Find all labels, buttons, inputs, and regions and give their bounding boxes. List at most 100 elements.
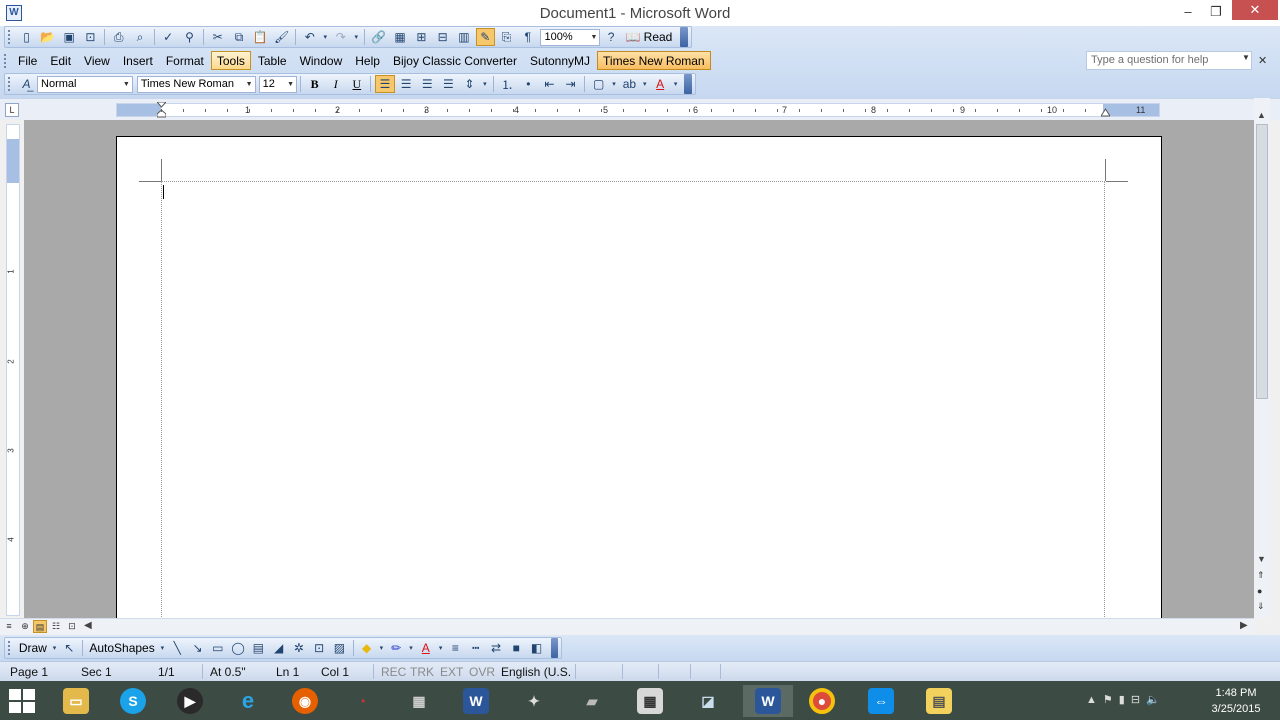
reading-layout-icon[interactable]: ⊡ [65, 620, 79, 633]
borders-icon[interactable]: ▢ [589, 75, 608, 93]
document-page[interactable] [116, 136, 1162, 618]
chevron-down-icon[interactable]: ▾ [672, 75, 680, 93]
oval-icon[interactable]: ◯ [229, 639, 247, 657]
status-trk[interactable]: TRK [410, 665, 434, 679]
scroll-left-icon[interactable]: ◀ [84, 620, 92, 631]
tab-selector[interactable]: L [5, 103, 19, 117]
print-preview-icon[interactable]: ⌕ [130, 28, 149, 46]
taskbar-calculator[interactable]: ▦ [628, 685, 672, 717]
new-document-icon[interactable]: ▯ [17, 28, 36, 46]
font-color-icon[interactable]: A [417, 639, 435, 657]
increase-indent-icon[interactable]: ⇥ [561, 75, 580, 93]
right-indent-marker[interactable] [1101, 107, 1110, 117]
power-icon[interactable]: ▮ [1119, 694, 1131, 706]
scroll-thumb[interactable] [1256, 124, 1268, 399]
font-combo[interactable]: Times New Roman ▼ [136, 75, 256, 93]
chevron-down-icon[interactable]: ▾ [51, 639, 58, 657]
web-layout-icon[interactable]: ⊕ [18, 620, 32, 633]
toolbar-options-icon[interactable] [684, 74, 693, 94]
clock[interactable]: 1:48 PM 3/25/2015 [1200, 685, 1272, 717]
text-area[interactable] [161, 181, 1105, 618]
horizontal-scrollbar[interactable]: ≡ ⊕ ▤ ☷ ⊡ ◀ ▶ [0, 618, 1254, 634]
vertical-scrollbar[interactable]: ▲ ▼ ⇑ ● ⇓ [1254, 98, 1270, 618]
chevron-down-icon[interactable]: ▾ [610, 75, 618, 93]
underline-button[interactable]: U [347, 75, 366, 93]
taskbar-teamviewer[interactable]: ⇔ [859, 685, 903, 717]
drawing-icon[interactable]: ✎ [475, 28, 495, 46]
chevron-down-icon[interactable]: ▾ [159, 639, 166, 657]
menu-format[interactable]: Format [160, 51, 210, 70]
bullets-icon[interactable]: • [519, 75, 538, 93]
horizontal-ruler[interactable]: 1 2 3 4 5 6 7 8 9 10 11 [116, 102, 1160, 118]
select-objects-icon[interactable]: ↖ [60, 639, 78, 657]
fill-color-icon[interactable]: ◆ [357, 639, 375, 657]
menu-file[interactable]: File [12, 51, 43, 70]
status-rec[interactable]: REC [381, 665, 406, 679]
picture-icon[interactable]: ▨ [330, 639, 348, 657]
scroll-down-icon[interactable]: ▼ [1257, 554, 1266, 564]
scroll-up-icon[interactable]: ▲ [1257, 110, 1266, 120]
save-icon[interactable]: ▣ [59, 28, 78, 46]
start-button[interactable] [8, 688, 36, 714]
read-button[interactable]: 📖 Read [622, 30, 677, 44]
status-ext[interactable]: EXT [440, 665, 463, 679]
format-painter-icon[interactable]: 🖌 [272, 28, 291, 46]
maximize-button[interactable]: ❐ [1200, 0, 1232, 24]
flag-icon[interactable]: ⚑ [1103, 694, 1119, 706]
taskbar-internet-explorer[interactable]: e [226, 685, 270, 717]
italic-button[interactable]: I [326, 75, 345, 93]
chevron-down-icon[interactable]: ▾ [407, 639, 414, 657]
cut-icon[interactable]: ✂ [208, 28, 227, 46]
menu-sutonnymj[interactable]: SutonnyMJ [524, 51, 596, 70]
menubar-grip[interactable] [4, 53, 8, 68]
normal-view-icon[interactable]: ≡ [2, 620, 16, 633]
toolbar-grip[interactable] [8, 30, 12, 44]
menu-help[interactable]: Help [349, 51, 386, 70]
taskbar-skype[interactable]: S [111, 685, 155, 717]
insert-excel-icon[interactable]: ⊟ [433, 28, 452, 46]
spelling-icon[interactable]: ✓ [159, 28, 178, 46]
print-layout-icon[interactable]: ▤ [33, 620, 47, 633]
highlight-icon[interactable]: ab [620, 75, 639, 93]
3d-style-icon[interactable]: ◧ [527, 639, 545, 657]
research-icon[interactable]: ⚲ [180, 28, 199, 46]
permission-icon[interactable]: ⊡ [81, 28, 100, 46]
paste-icon[interactable]: 📋 [251, 28, 270, 46]
taskbar-paint[interactable]: ✦ [512, 685, 556, 717]
insert-table-icon[interactable]: ⊞ [412, 28, 431, 46]
line-color-icon[interactable]: ✏ [387, 639, 405, 657]
taskbar-word-active[interactable]: W [743, 685, 793, 717]
next-page-icon[interactable]: ⇓ [1257, 601, 1265, 612]
line-spacing-icon[interactable]: ⇕ [460, 75, 479, 93]
redo-icon[interactable]: ↷ [331, 28, 350, 46]
taskbar-chrome[interactable]: ● [800, 685, 844, 717]
diagram-icon[interactable]: ✲ [290, 639, 308, 657]
taskbar-eraser[interactable]: ◪ [686, 685, 730, 717]
justify-icon[interactable]: ☰ [439, 75, 458, 93]
taskbar-file-explorer[interactable]: ▭ [54, 685, 98, 717]
font-size-combo[interactable]: 12 ▼ [258, 75, 298, 93]
align-center-icon[interactable]: ☰ [397, 75, 416, 93]
menu-insert[interactable]: Insert [117, 51, 159, 70]
chevron-down-icon[interactable]: ▾ [481, 75, 489, 93]
chevron-down-icon[interactable]: ▼ [1242, 53, 1250, 62]
taskbar-media-player[interactable]: ▶ [168, 685, 212, 717]
styles-formatting-icon[interactable]: A͟ [17, 75, 36, 93]
toolbar-grip[interactable] [8, 77, 12, 91]
text-box-icon[interactable]: ▤ [249, 639, 267, 657]
rectangle-icon[interactable]: ▭ [209, 639, 227, 657]
font-color-icon[interactable]: A [651, 75, 670, 93]
zoom-combo[interactable]: 100% ▼ [540, 28, 601, 46]
help-icon[interactable]: ? [601, 28, 620, 46]
draw-menu-button[interactable]: Draw [16, 641, 50, 655]
chevron-down-icon[interactable]: ▾ [641, 75, 649, 93]
browse-object-icon[interactable]: ● [1257, 586, 1262, 596]
taskbar-word[interactable]: W [454, 685, 498, 717]
arrow-icon[interactable]: ↘ [188, 639, 206, 657]
show-hide-icon[interactable]: ¶ [518, 28, 537, 46]
menu-tools[interactable]: Tools [210, 51, 251, 70]
shadow-icon[interactable]: ■ [507, 639, 525, 657]
bold-button[interactable]: B [305, 75, 324, 93]
autoshapes-button[interactable]: AutoShapes [86, 641, 157, 655]
status-ovr[interactable]: OVR [469, 665, 495, 679]
